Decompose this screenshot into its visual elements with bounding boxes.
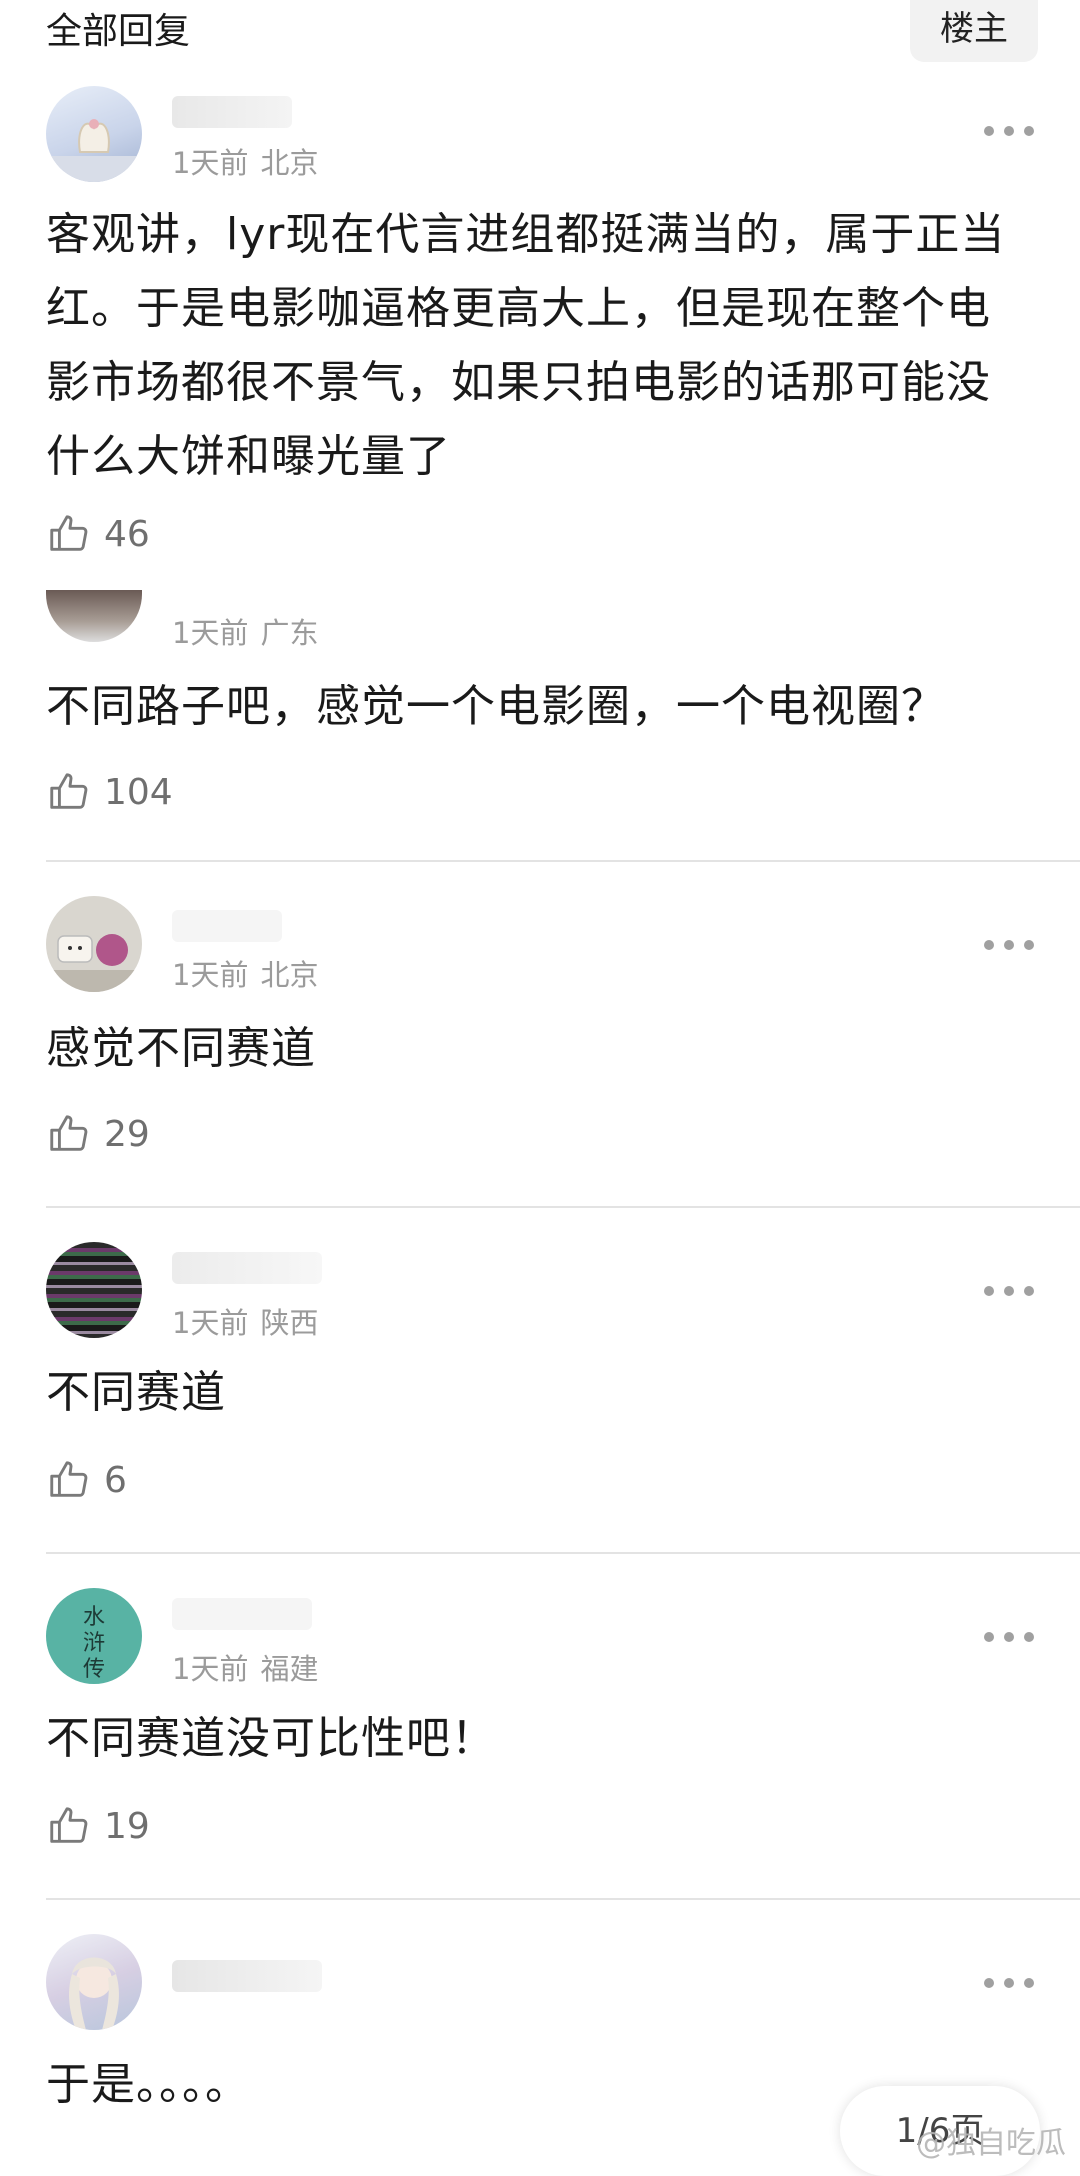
comment-location: 广东 bbox=[260, 616, 319, 650]
comment-location: 陕西 bbox=[260, 1306, 319, 1340]
divider bbox=[46, 1552, 1080, 1554]
comment-meta: 1天前 陕西 bbox=[172, 1300, 318, 1342]
svg-text:传: 传 bbox=[83, 1657, 105, 1682]
comment-meta: 1天前 福建 bbox=[172, 1646, 318, 1688]
thumbs-up-icon bbox=[50, 1115, 88, 1151]
like-button[interactable]: 46 bbox=[46, 510, 150, 558]
like-button[interactable]: 19 bbox=[46, 1802, 150, 1850]
username-blurred[interactable] bbox=[172, 1598, 312, 1630]
like-button[interactable]: 29 bbox=[46, 1110, 150, 1158]
more-options-icon[interactable] bbox=[984, 1632, 1034, 1644]
thumbs-up-icon bbox=[50, 1461, 88, 1497]
comment-time: 1天前 bbox=[172, 958, 249, 992]
username-blurred[interactable] bbox=[172, 1252, 322, 1284]
like-count: 104 bbox=[104, 771, 173, 813]
thumbs-up-icon bbox=[50, 773, 88, 809]
username-blurred[interactable] bbox=[172, 96, 292, 128]
like-count: 6 bbox=[104, 1459, 127, 1501]
watermark: @独自吃瓜 bbox=[916, 2126, 1066, 2161]
username-blurred[interactable] bbox=[172, 1960, 322, 1992]
like-count: 46 bbox=[104, 513, 150, 555]
svg-text:水: 水 bbox=[83, 1605, 105, 1630]
comment-meta: 1天前 广东 bbox=[172, 610, 318, 652]
anime-avatar-icon[interactable] bbox=[46, 1934, 142, 2030]
cat-avatar-icon[interactable] bbox=[46, 896, 142, 992]
thumbs-up-icon bbox=[50, 515, 88, 551]
comment-time: 1天前 bbox=[172, 616, 249, 650]
divider bbox=[46, 1898, 1080, 1900]
all-replies-title: 全部回复 bbox=[46, 11, 191, 52]
comment-text: 感觉不同赛道 bbox=[46, 1023, 316, 1074]
replies-header: 全部回复 楼主 bbox=[0, 0, 1080, 62]
comment-meta: 1天前 北京 bbox=[172, 140, 318, 182]
thumbs-up-icon bbox=[50, 1807, 88, 1843]
glitch-avatar-icon[interactable] bbox=[46, 1242, 142, 1338]
like-count: 19 bbox=[104, 1805, 150, 1847]
comment-location: 福建 bbox=[260, 1652, 319, 1686]
op-only-button[interactable]: 楼主 bbox=[910, 0, 1038, 62]
swan-avatar-icon[interactable] bbox=[46, 86, 142, 182]
divider bbox=[46, 860, 1080, 862]
like-count: 29 bbox=[104, 1113, 150, 1155]
more-options-icon[interactable] bbox=[984, 126, 1034, 138]
like-button[interactable]: 6 bbox=[46, 1456, 127, 1504]
photo-avatar-icon[interactable] bbox=[46, 590, 142, 642]
comment-location: 北京 bbox=[260, 958, 319, 992]
calligraphy-avatar-icon[interactable]: 水 浒 传 bbox=[46, 1588, 142, 1684]
comment-time: 1天前 bbox=[172, 1652, 249, 1686]
divider bbox=[46, 1206, 1080, 1208]
comment-text: 不同赛道没可比性吧！ bbox=[46, 1713, 496, 1764]
username-blurred[interactable] bbox=[172, 910, 282, 942]
comment-time: 1天前 bbox=[172, 1306, 249, 1340]
more-options-icon[interactable] bbox=[984, 1978, 1034, 1990]
comment-meta: 1天前 北京 bbox=[172, 952, 318, 994]
comment-text: 客观讲，lyr现在代言进组都挺满当的，属于正当红。于是电影咖逼格更高大上，但是现… bbox=[46, 209, 1006, 482]
comment-location: 北京 bbox=[260, 146, 319, 180]
more-options-icon[interactable] bbox=[984, 940, 1034, 952]
more-options-icon[interactable] bbox=[984, 1286, 1034, 1298]
comment-text: 不同赛道 bbox=[46, 1367, 226, 1418]
comment-time: 1天前 bbox=[172, 146, 249, 180]
comment-text: 不同路子吧，感觉一个电影圈，一个电视圈？ bbox=[46, 681, 946, 732]
like-button[interactable]: 104 bbox=[46, 768, 173, 816]
svg-text:浒: 浒 bbox=[83, 1631, 105, 1656]
